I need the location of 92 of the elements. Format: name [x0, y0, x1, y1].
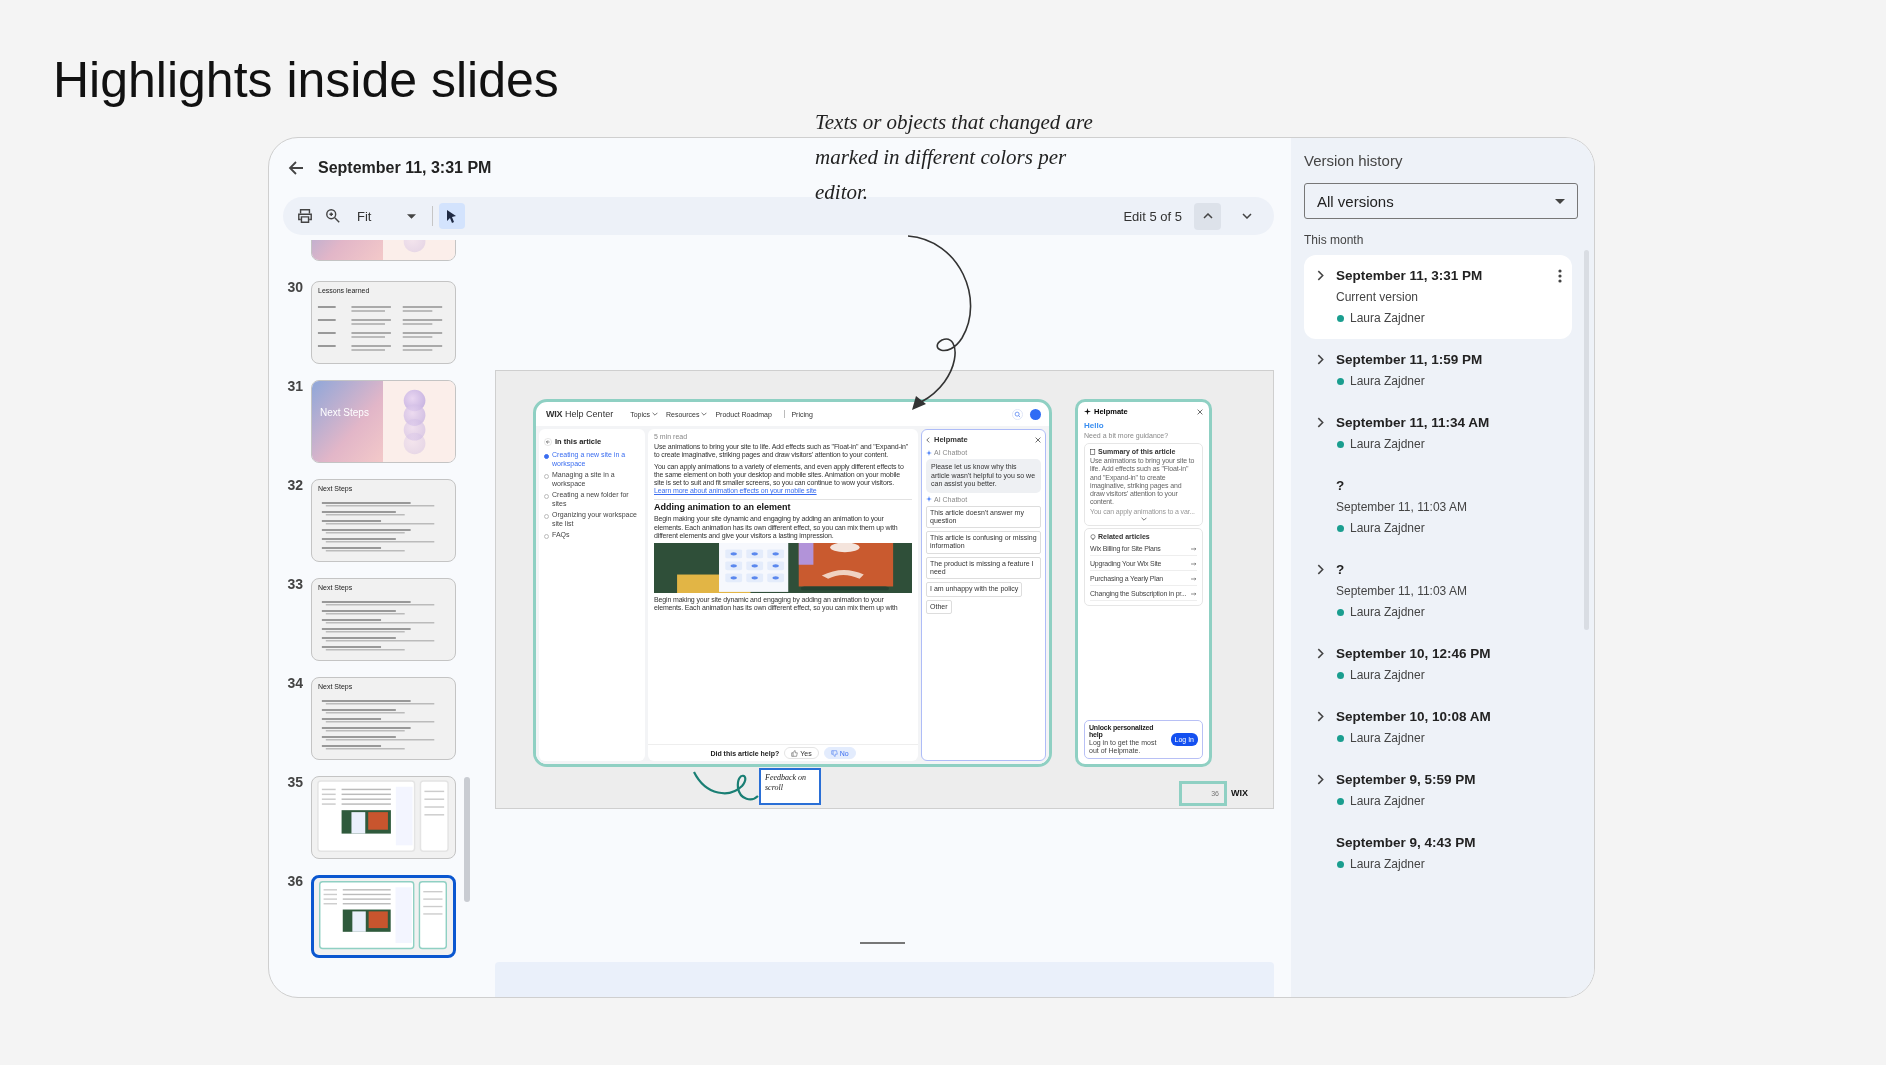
arrow-right-icon — [1191, 546, 1197, 551]
version-subtitle: Current version — [1336, 289, 1420, 306]
editor-name: Laura Zajdner — [1350, 310, 1425, 327]
slide-number: 35 — [286, 774, 303, 790]
version-title: ? — [1336, 561, 1346, 579]
sparkle-icon — [1084, 408, 1091, 415]
document-icon — [1090, 448, 1096, 455]
editor-name: Laura Zajdner — [1350, 520, 1425, 537]
version-title: September 10, 10:08 AM — [1336, 708, 1492, 726]
sparkle-icon — [926, 449, 932, 456]
chevron-down-icon — [1241, 213, 1252, 219]
more-options-icon[interactable] — [1558, 269, 1562, 283]
arrow-right-icon — [1191, 576, 1197, 581]
version-item[interactable]: September 11, 3:31 PM Current version Laura Zajdner — [1304, 255, 1572, 339]
zoom-dropdown[interactable]: Fit — [353, 208, 421, 224]
editor-name: Laura Zajdner — [1350, 730, 1425, 747]
caret-icon — [1555, 198, 1565, 204]
editor-name: Laura Zajdner — [1350, 793, 1425, 810]
feedback-note: Feedback on scroll — [759, 768, 821, 805]
version-filter-dropdown[interactable]: All versions — [1304, 183, 1578, 219]
version-title: September 11, 3:31 PM — [1336, 267, 1484, 285]
editor-name: Laura Zajdner — [1350, 436, 1425, 453]
thumbnail-title: Next Steps — [320, 407, 369, 418]
spheres-drawing — [403, 240, 426, 253]
version-item[interactable]: ? September 11, 11:03 AM Laura Zajdner — [1304, 549, 1572, 633]
version-item[interactable]: September 10, 10:08 AM Laura Zajdner — [1304, 696, 1572, 759]
site-logo: WIX — [546, 409, 563, 419]
arrow-right-icon — [1191, 561, 1197, 566]
back-chevron-icon[interactable] — [926, 436, 930, 443]
chevron-right-icon[interactable] — [1316, 774, 1324, 785]
thumbs-down-icon — [830, 749, 838, 757]
close-icon[interactable] — [1197, 408, 1203, 415]
version-item[interactable]: September 9, 4:43 PM Laura Zajdner — [1304, 822, 1572, 885]
chevron-right-icon[interactable] — [1316, 354, 1324, 365]
slide-thumbnail[interactable] — [311, 776, 456, 859]
brand-logo: WIX — [1231, 788, 1248, 798]
chevron-down-icon — [652, 412, 658, 416]
slide-number: 30 — [286, 279, 303, 295]
article-heading: Adding animation to an element — [654, 502, 792, 513]
previous-edit-button[interactable] — [1194, 202, 1221, 230]
edit-counter: Edit 5 of 5 — [1123, 208, 1182, 224]
slide-number: 32 — [286, 477, 303, 493]
chevron-right-icon[interactable] — [1316, 648, 1324, 659]
chevron-down-icon — [701, 412, 708, 416]
chevron-right-icon[interactable] — [1316, 270, 1324, 281]
avatar-icon[interactable] — [1030, 408, 1041, 420]
spheres-drawing — [403, 389, 426, 455]
editor-name: Laura Zajdner — [1350, 856, 1425, 873]
lightbulb-icon — [1090, 533, 1096, 540]
version-title: September 9, 4:43 PM — [1336, 834, 1477, 852]
editor-name: Laura Zajdner — [1350, 667, 1425, 684]
thumbs-up-icon — [791, 749, 799, 757]
version-item[interactable]: September 11, 11:34 AM Laura Zajdner — [1304, 402, 1572, 465]
slide-thumbnail[interactable] — [311, 875, 456, 958]
select-tool-button[interactable] — [439, 203, 466, 229]
chevron-up-icon — [1202, 213, 1213, 219]
slide-title: Highlights inside slides — [53, 51, 560, 110]
version-title: September 11, 3:31 PM — [318, 158, 492, 177]
print-icon[interactable] — [297, 208, 313, 224]
version-title: September 10, 12:46 PM — [1336, 645, 1492, 663]
greeting: Hello — [1084, 421, 1105, 430]
slide-number: 31 — [286, 378, 303, 394]
chevron-right-icon[interactable] — [1316, 417, 1324, 428]
version-subtitle: September 11, 11:03 AM — [1336, 583, 1468, 600]
annotation-note: Texts or objects that changed are marked in different colors per editor. — [815, 109, 1094, 206]
version-item[interactable]: ? September 11, 11:03 AM Laura Zajdner — [1304, 465, 1572, 549]
slide-number: 34 — [286, 675, 303, 691]
version-title: September 9, 5:59 PM — [1336, 771, 1477, 789]
group-label: This month — [1304, 233, 1365, 247]
chevron-down-icon — [1140, 517, 1147, 522]
scrollbar[interactable] — [464, 777, 470, 902]
arrow-right-icon — [1191, 591, 1197, 596]
version-item[interactable]: September 9, 5:59 PM Laura Zajdner — [1304, 759, 1572, 822]
editor-name: Laura Zajdner — [1350, 373, 1425, 390]
site-title: Help Center — [565, 409, 614, 419]
zoom-in-icon[interactable] — [325, 208, 341, 224]
slide-number: 33 — [286, 576, 303, 592]
back-arrow-icon[interactable] — [288, 159, 304, 176]
chevron-right-icon[interactable] — [1316, 564, 1324, 575]
chevron-right-icon[interactable] — [1316, 711, 1324, 722]
version-item[interactable]: September 11, 1:59 PM Laura Zajdner — [1304, 339, 1572, 402]
close-icon[interactable] — [1035, 436, 1041, 443]
sparkle-icon — [926, 496, 932, 502]
slide-number: 36 — [286, 873, 303, 889]
editor-name: Laura Zajdner — [1350, 604, 1425, 621]
version-title: September 11, 11:34 AM — [1336, 414, 1491, 432]
panel-title: Version history — [1304, 152, 1404, 169]
version-subtitle: September 11, 11:03 AM — [1336, 499, 1468, 516]
caret-icon — [407, 213, 417, 219]
version-title: September 11, 1:59 PM — [1336, 351, 1484, 369]
version-item[interactable]: September 10, 12:46 PM Laura Zajdner — [1304, 633, 1572, 696]
version-title: ? — [1336, 477, 1346, 495]
